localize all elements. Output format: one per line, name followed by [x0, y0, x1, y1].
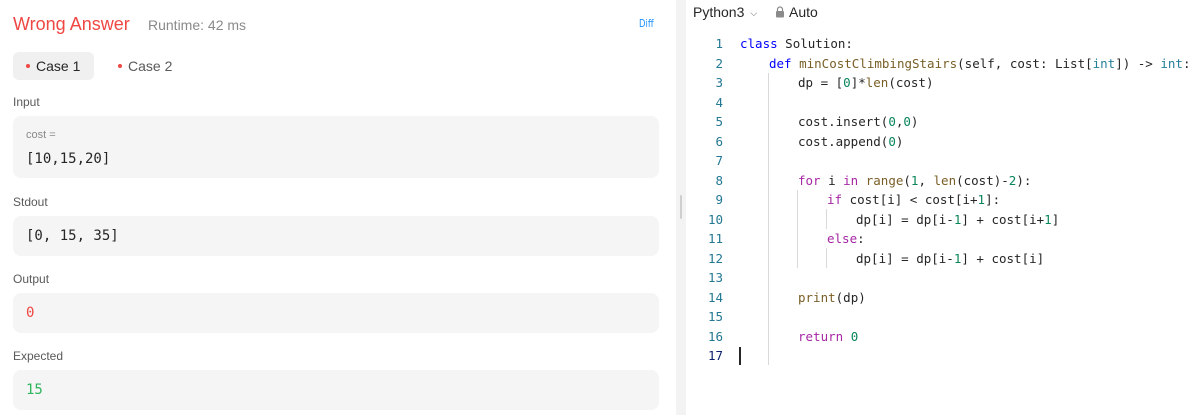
tab-case-1[interactable]: Case 1 [13, 52, 94, 80]
line-number: 14 [707, 289, 723, 305]
tab-case-1-label: Case 1 [36, 58, 81, 74]
code-line: 15 [686, 307, 1200, 327]
auto-mode-label: Auto [789, 4, 818, 20]
code-line: 13 [686, 268, 1200, 288]
output-value: 0 [26, 305, 35, 321]
line-number: 12 [707, 250, 723, 266]
stdout-box: [0, 15, 35] [13, 216, 659, 256]
code-line: 8 for i in range(1, len(cost)-2): [686, 171, 1200, 191]
line-number: 9 [715, 192, 723, 207]
code-line: 3 dp = [0]*len(cost) [686, 73, 1200, 93]
input-param-value: [10,15,20] [26, 151, 111, 167]
line-number: 16 [707, 328, 723, 344]
code-text: cost.append(0) [798, 133, 904, 149]
code-line: 1 class Solution: [686, 34, 1200, 54]
fail-dot-icon [118, 64, 122, 69]
code-text: dp = [0]*len(cost) [798, 75, 934, 90]
line-number: 17 [707, 348, 723, 363]
lock-icon [776, 6, 784, 18]
code-text: dp[i] = dp[i-1] + cost[i] [856, 250, 1045, 266]
language-label: Python3 [693, 4, 745, 20]
code-text: if cost[i] < cost[i+1]: [827, 192, 1001, 207]
line-number: 4 [715, 94, 723, 110]
line-number: 13 [707, 270, 723, 285]
expected-value: 15 [26, 382, 43, 398]
tab-case-2[interactable]: Case 2 [108, 52, 188, 80]
runtime-label: Runtime: 42 ms [148, 17, 247, 33]
code-line: 2 def minCostClimbingStairs(self, cost: … [686, 54, 1200, 74]
line-number: 1 [715, 36, 723, 51]
panel-resize-divider[interactable] [676, 0, 686, 415]
code-line: 6 cost.append(0) [686, 132, 1200, 152]
editor-toolbar: Python3 ⌵ Auto [686, 0, 1200, 26]
code-line: 4 [686, 93, 1200, 113]
fail-dot-icon [26, 64, 30, 69]
code-line: 7 [686, 151, 1200, 171]
code-line: 10 dp[i] = dp[i-1] + cost[i+1] [686, 210, 1200, 230]
auto-mode-indicator[interactable]: Auto [775, 4, 818, 20]
expected-label: Expected [13, 349, 64, 363]
code-line: 14 print(dp) [686, 288, 1200, 308]
line-number: 6 [715, 133, 723, 149]
code-text: return 0 [798, 328, 859, 344]
line-number: 8 [715, 172, 723, 188]
code-text: def minCostClimbingStairs(self, cost: Li… [769, 55, 1191, 71]
line-number: 10 [707, 211, 723, 227]
code-line: 12 dp[i] = dp[i-1] + cost[i] [686, 249, 1200, 269]
code-line: 17 [686, 346, 1200, 366]
tab-case-2-label: Case 2 [128, 58, 173, 74]
output-label: Output [13, 272, 50, 286]
line-number: 3 [715, 75, 723, 90]
code-line: 5 cost.insert(0,0) [686, 112, 1200, 132]
code-text: cost.insert(0,0) [798, 114, 919, 129]
stdout-label: Stdout [13, 195, 48, 209]
stdout-value: [0, 15, 35] [26, 228, 119, 244]
output-box: 0 [13, 293, 659, 333]
verdict-title: Wrong Answer [13, 14, 130, 34]
line-number: 7 [715, 153, 723, 168]
input-box: cost = [10,15,20] [13, 116, 659, 178]
input-label: Input [13, 95, 40, 109]
diff-toggle[interactable]: Diff [639, 17, 654, 30]
code-line: 16 return 0 [686, 327, 1200, 347]
code-text: else: [827, 231, 865, 246]
code-line: 11 else: [686, 229, 1200, 249]
code-area[interactable]: 1 class Solution: 2 def minCostClimbingS… [686, 34, 1200, 415]
line-number: 15 [707, 309, 723, 324]
code-text: dp[i] = dp[i-1] + cost[i+1] [856, 211, 1060, 227]
code-editor[interactable]: Python3 ⌵ Auto 1 class Solution: 2 def mi… [686, 0, 1200, 415]
input-param-name: cost = [26, 129, 56, 141]
line-number: 5 [715, 114, 723, 129]
code-text: print(dp) [798, 289, 866, 305]
test-result-panel: Wrong Answer Runtime: 42 ms Diff Case 1 … [0, 0, 676, 415]
code-line: 9 if cost[i] < cost[i+1]: [686, 190, 1200, 210]
code-text: for i in range(1, len(cost)-2): [798, 172, 1032, 188]
drag-handle-icon[interactable] [680, 195, 682, 219]
text-cursor [739, 347, 741, 365]
line-number: 11 [707, 231, 723, 246]
expected-box: 15 [13, 370, 659, 410]
language-select[interactable]: Python3 ⌵ [693, 4, 757, 20]
code-text: class Solution: [740, 36, 853, 51]
line-number: 2 [715, 55, 723, 71]
chevron-down-icon: ⌵ [750, 7, 758, 18]
